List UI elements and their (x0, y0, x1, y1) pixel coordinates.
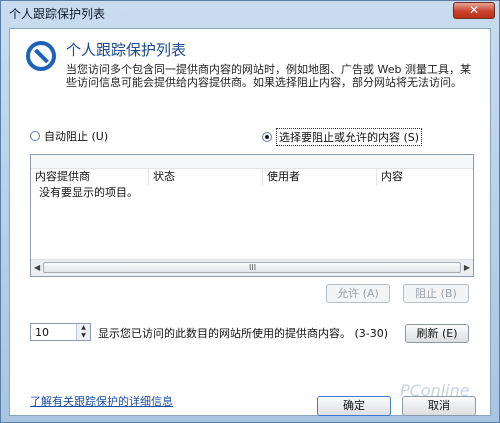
scroll-right-icon[interactable]: ▶ (464, 263, 470, 272)
scroll-grip: III (249, 263, 257, 272)
column-header-used-by[interactable]: 使用者 (263, 169, 377, 185)
site-count-value: 10 (35, 326, 49, 339)
dialog-heading: 个人跟踪保护列表 (66, 41, 187, 59)
empty-list-message: 没有要显示的项目。 (39, 186, 138, 199)
block-icon (26, 41, 56, 71)
title-bar: 个人跟踪保护列表 ✕ (1, 1, 499, 23)
ok-button[interactable]: 确定 (317, 396, 391, 416)
list-header-strip (31, 155, 473, 169)
column-header-provider[interactable]: 内容提供商 (31, 169, 149, 185)
auto-block-radio[interactable]: 自动阻止 (U) (30, 128, 108, 144)
column-header-content[interactable]: 内容 (377, 169, 473, 185)
choose-block-label: 选择要阻止或允许的内容 (S) (276, 128, 423, 146)
close-button[interactable]: ✕ (453, 2, 495, 19)
scroll-left-icon[interactable]: ◀ (34, 263, 40, 272)
dialog-window: 个人跟踪保护列表 ✕ 个人跟踪保护列表 当您访问多个包含同一提供商内容的网站时，… (0, 0, 500, 423)
site-count-spinner[interactable]: 10 ▲ ▼ (30, 323, 91, 341)
radio-button-selected-icon (262, 132, 272, 142)
cancel-button[interactable]: 取消 (402, 396, 476, 416)
refresh-button[interactable]: 刷新 (E) (405, 324, 469, 343)
block-button[interactable]: 阻止 (B) (403, 284, 469, 303)
spinner-buttons: ▲ ▼ (76, 324, 90, 340)
horizontal-scrollbar[interactable]: ◀ III ▶ (31, 259, 473, 276)
spin-up-icon[interactable]: ▲ (77, 324, 90, 332)
dialog-body: 个人跟踪保护列表 当您访问多个包含同一提供商内容的网站时，例如地图、广告或 We… (9, 28, 491, 416)
close-icon: ✕ (468, 3, 480, 17)
choose-block-radio[interactable]: 选择要阻止或允许的内容 (S) (262, 128, 423, 146)
scroll-thumb[interactable]: III (43, 262, 461, 273)
column-header-status[interactable]: 状态 (149, 169, 263, 185)
radio-button-icon (30, 131, 40, 141)
provider-list[interactable]: 内容提供商 状态 使用者 内容 没有要显示的项目。 ◀ III ▶ (30, 154, 474, 277)
learn-more-link[interactable]: 了解有关跟踪保护的详细信息 (30, 393, 173, 409)
dialog-description: 当您访问多个包含同一提供商内容的网站时，例如地图、广告或 Web 测量工具，某些… (66, 63, 471, 89)
auto-block-label: 自动阻止 (U) (44, 130, 109, 143)
site-count-label: 显示您已访问的此数目的网站所使用的提供商内容。 (3-30) (98, 327, 389, 340)
window-title: 个人跟踪保护列表 (9, 7, 106, 21)
allow-button[interactable]: 允许 (A) (326, 284, 390, 303)
spin-down-icon[interactable]: ▼ (77, 332, 90, 340)
